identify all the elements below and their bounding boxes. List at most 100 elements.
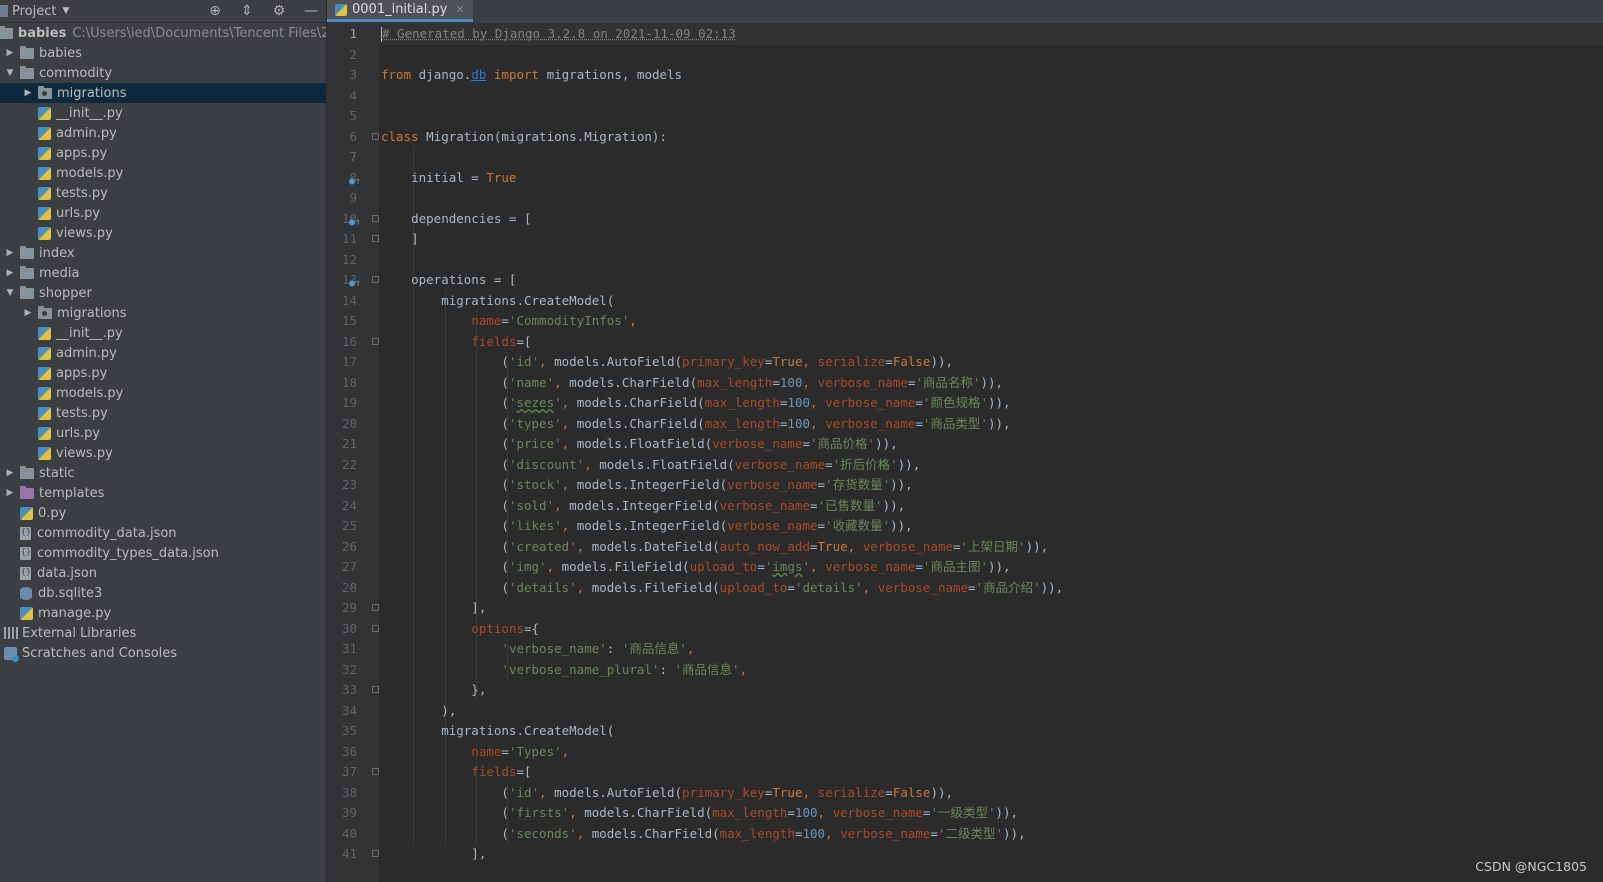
collapse-all-icon[interactable]: ⇕ xyxy=(238,2,256,20)
folder-icon xyxy=(20,465,34,479)
expand-arrow-icon[interactable]: ▶ xyxy=(22,88,34,98)
python-file-icon xyxy=(38,366,51,380)
tree-item[interactable]: ▶ media xyxy=(0,263,326,283)
code-token: class xyxy=(381,128,427,144)
locate-icon[interactable]: ⊕ xyxy=(206,2,224,20)
fold-marker-icon[interactable] xyxy=(372,132,379,140)
tree-item[interactable]: ▶ index xyxy=(0,243,326,263)
tree-item[interactable]: ▶admin.py xyxy=(0,343,326,363)
tree-item[interactable]: ▶commodity_types_data.json xyxy=(0,543,326,563)
code-token[interactable]: db xyxy=(471,67,486,82)
code-line: 38 ('id', models.AutoField(primary_key = T… xyxy=(342,783,1603,804)
code-token: , xyxy=(802,354,818,369)
fold-marker-icon[interactable] xyxy=(372,214,379,222)
chevron-down-icon[interactable]: ▼ xyxy=(62,6,69,16)
expand-arrow-icon[interactable]: ▶ xyxy=(4,48,16,58)
tree-item-label: templates xyxy=(39,485,105,501)
code-text: ), xyxy=(381,701,456,722)
fold-marker-icon[interactable] xyxy=(372,337,379,345)
code-token: 100 xyxy=(779,374,803,390)
tree-item-label: Scratches and Consoles xyxy=(22,645,178,661)
tree-item[interactable]: ▶data.json xyxy=(0,563,326,583)
tree-item[interactable]: ▶views.py xyxy=(0,443,326,463)
line-number: 35 xyxy=(341,723,357,738)
fold-marker-icon[interactable] xyxy=(372,686,379,693)
tree-item[interactable]: ▶ static xyxy=(0,463,326,483)
code-token: , xyxy=(576,538,592,554)
fold-marker-icon[interactable] xyxy=(372,235,379,242)
code-token: , xyxy=(561,415,577,431)
fold-marker-icon[interactable] xyxy=(372,768,379,775)
tree-item[interactable]: ▶manage.py xyxy=(0,603,326,623)
python-file-icon xyxy=(20,606,33,620)
code-token: max_length xyxy=(712,805,788,820)
python-file-icon xyxy=(38,386,51,400)
expand-arrow-icon[interactable]: ▶ xyxy=(4,468,16,478)
tree-item[interactable]: ▼ commodity xyxy=(0,63,326,83)
fold-marker-icon[interactable] xyxy=(372,276,379,283)
tree-item[interactable]: ▶__init__.py xyxy=(0,103,326,123)
code-text: ], xyxy=(381,844,486,865)
line-number: 16 xyxy=(341,333,357,349)
gear-icon[interactable]: ⚙ xyxy=(270,2,288,20)
tree-item[interactable]: ▶0.py xyxy=(0,503,326,523)
fold-marker-icon[interactable] xyxy=(372,604,379,611)
tree-item-label: index xyxy=(39,245,75,261)
tree-item-external-libraries[interactable]: External Libraries xyxy=(0,623,326,643)
code-token: 'id' xyxy=(508,784,540,800)
tree-item[interactable]: ▶models.py xyxy=(0,163,326,183)
line-number: 37 xyxy=(341,764,357,779)
tab-0001-initial-py[interactable]: 0001_initial.py ✕ xyxy=(327,0,473,22)
tree-item-label: babies xyxy=(39,45,82,61)
tree-item[interactable]: ▶tests.py xyxy=(0,403,326,423)
tree-item-label: db.sqlite3 xyxy=(38,585,103,601)
collapse-arrow-icon[interactable]: ▼ xyxy=(4,68,16,78)
fold-marker-icon[interactable] xyxy=(372,850,379,857)
code-token: 'verbose_name_plural' xyxy=(501,661,660,677)
line-number: 33 xyxy=(341,682,357,697)
tree-item[interactable]: ▶db.sqlite3 xyxy=(0,583,326,603)
code-line: 11 ] xyxy=(342,229,1603,250)
python-file-icon xyxy=(38,346,51,360)
tree-item[interactable]: ▶urls.py xyxy=(0,423,326,443)
tree-item[interactable]: ▶commodity_data.json xyxy=(0,523,326,543)
expand-arrow-icon[interactable]: ▶ xyxy=(4,488,16,498)
tree-item[interactable]: ▶views.py xyxy=(0,223,326,243)
code-token: ( xyxy=(381,374,509,390)
code-token: = xyxy=(817,518,826,533)
tree-item[interactable]: ▶urls.py xyxy=(0,203,326,223)
tree-item-scratches[interactable]: Scratches and Consoles xyxy=(0,643,326,663)
code-line: 13 ●↑ operations = [ xyxy=(342,270,1603,291)
code-token: , xyxy=(817,805,833,820)
tree-item[interactable]: ▶models.py xyxy=(0,383,326,403)
expand-arrow-icon[interactable]: ▶ xyxy=(4,268,16,278)
expand-arrow-icon[interactable]: ▶ xyxy=(22,308,34,318)
tree-item[interactable]: ▶tests.py xyxy=(0,183,326,203)
code-token: )), xyxy=(1025,538,1049,554)
code-token: verbose_name xyxy=(727,477,818,492)
code-token: operations = [ xyxy=(381,272,517,287)
close-icon[interactable]: ✕ xyxy=(455,3,464,16)
tree-item[interactable]: ▶ migrations xyxy=(0,303,326,323)
collapse-arrow-icon[interactable]: ▼ xyxy=(4,288,16,298)
code-token: , xyxy=(802,374,818,390)
tree-item[interactable]: ▶ templates xyxy=(0,483,326,503)
tree-item[interactable]: ▶__init__.py xyxy=(0,323,326,343)
tree-item[interactable]: ▶apps.py xyxy=(0,363,326,383)
python-file-icon xyxy=(38,206,51,220)
code-token: 'img' xyxy=(508,559,547,574)
tree-item[interactable]: ▶admin.py xyxy=(0,123,326,143)
tree-item[interactable]: ▶apps.py xyxy=(0,143,326,163)
hide-icon[interactable]: — xyxy=(302,2,320,20)
tree-item[interactable]: ▶ migrations xyxy=(0,83,326,103)
project-view-selector[interactable]: Project xyxy=(12,4,56,19)
tree-item-label: data.json xyxy=(37,565,97,581)
code-area[interactable]: 1 # Generated by Django 3.2.8 on 2021-11-… xyxy=(342,24,1603,882)
tree-item[interactable]: ▼ shopper xyxy=(0,283,326,303)
tree-item[interactable]: ▶ babies xyxy=(0,43,326,63)
code-token: verbose_name xyxy=(832,805,923,820)
tree-root[interactable]: ▶ babies C:\Users\ied\Documents\Tencent … xyxy=(0,23,326,43)
expand-arrow-icon[interactable]: ▶ xyxy=(4,248,16,258)
fold-marker-icon[interactable] xyxy=(372,624,379,632)
